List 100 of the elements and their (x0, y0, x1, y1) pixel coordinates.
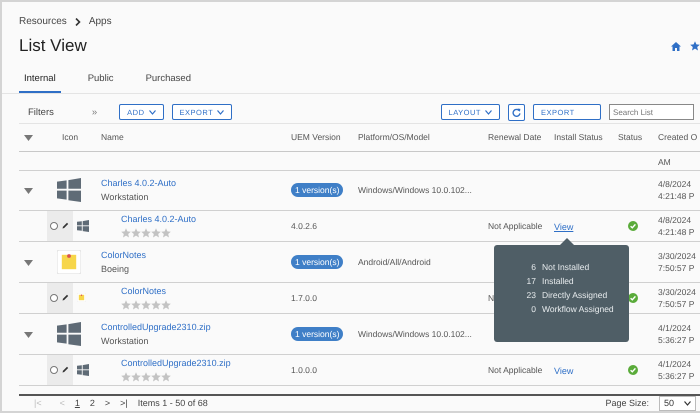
star-icon (161, 228, 171, 238)
app-subtitle: Workstation (101, 336, 150, 346)
star-icon (131, 300, 141, 310)
column-header: UEM Version (291, 132, 342, 142)
table-cell-text: 4/1/2024 5:36:27 P (658, 322, 696, 346)
popover-count: 0 (530, 304, 536, 314)
column-header: Created O (658, 132, 698, 142)
tab[interactable]: Purchased (140, 68, 196, 93)
star-icon (151, 372, 161, 382)
caret-icon (485, 110, 492, 115)
popover-count: 23 (526, 290, 536, 300)
windows-icon (57, 322, 81, 346)
star-icon (131, 372, 141, 382)
pencil-icon[interactable] (62, 222, 69, 230)
caret-icon (148, 110, 156, 115)
star-icon (141, 372, 151, 382)
refresh-icon (512, 108, 521, 117)
popover-count: 6 (530, 262, 536, 272)
page-button[interactable]: 1 (74, 398, 80, 408)
radio-button[interactable] (50, 366, 58, 374)
expand-arrow-icon[interactable] (24, 260, 33, 266)
version-name-link[interactable]: ColorNotes (121, 286, 291, 296)
caret-icon (217, 110, 224, 115)
table-cell: Not Applicable (488, 220, 542, 231)
pencil-icon[interactable] (62, 366, 69, 374)
table-cell-text: 4/8/2024 4:21:48 P (658, 178, 696, 202)
tab[interactable]: Internal (19, 68, 61, 93)
star-icon (121, 300, 131, 310)
table-cell: AM (658, 156, 671, 167)
page-size-select[interactable]: 50 (658, 396, 696, 411)
table-cell: Not Applicable (488, 364, 542, 375)
expand-filters-button[interactable]: » (92, 106, 98, 118)
dropdown-caret-icon (684, 400, 691, 406)
table-cell: 1.0.0.0 (291, 364, 317, 375)
column-header: Renewal Date (488, 132, 542, 142)
page-size-label: Page Size: (605, 398, 649, 408)
note-icon (57, 250, 81, 274)
filters-label: Filters (28, 106, 54, 118)
table-cell: Windows/Windows 10.0.102... (358, 328, 472, 339)
expand-arrow-icon[interactable] (24, 188, 33, 194)
breadcrumb-link[interactable]: Resources (19, 16, 67, 28)
app-subtitle: Workstation (101, 192, 150, 202)
tab[interactable]: Public (82, 68, 119, 93)
table-cell: Windows/Windows 10.0.102... (358, 185, 472, 196)
windows-icon (57, 178, 81, 202)
version-count-badge[interactable]: 1 version(s) (291, 183, 344, 198)
app-name-link[interactable]: ColorNotes (101, 250, 291, 260)
table-cell-text: 3/30/2024 7:50:57 P (658, 250, 697, 274)
next-page-button[interactable]: > (104, 398, 110, 408)
column-header: Status (618, 132, 644, 142)
windows-icon (77, 220, 89, 232)
version-name-link[interactable]: Charles 4.0.2-Auto (121, 214, 291, 224)
app-name-link[interactable]: Charles 4.0.2-Auto (101, 178, 291, 188)
radio-button[interactable] (50, 222, 58, 230)
radio-button[interactable] (50, 294, 58, 302)
version-count-badge[interactable]: 1 version(s) (291, 326, 344, 341)
popover-count: 17 (526, 276, 536, 286)
column-header: Install Status (554, 132, 604, 142)
last-page-button[interactable]: >| (120, 398, 128, 408)
windows-icon (77, 364, 89, 376)
table-cell: 1.7.0.0 (291, 292, 317, 303)
star-icon (161, 372, 171, 382)
page-button[interactable]: 2 (90, 398, 95, 408)
popover-label: Installed (542, 276, 575, 286)
popover-label: Workflow Assigned (542, 304, 615, 314)
star-icon (131, 228, 141, 238)
items-summary: Items 1 - 50 of 68 (138, 398, 208, 408)
home-icon[interactable] (671, 42, 681, 51)
star-icon (121, 372, 131, 382)
table-cell-text: 3/30/2024 7:50:57 P (658, 286, 697, 310)
refresh-button[interactable] (508, 104, 525, 121)
view-link[interactable]: View (554, 222, 574, 232)
popover-label: Directly Assigned (542, 290, 608, 300)
column-header: Icon (61, 132, 80, 142)
page-title: List View (19, 36, 88, 56)
star-icon (141, 300, 151, 310)
table-cell: N (488, 292, 494, 303)
chevron-right-icon (74, 18, 81, 26)
expand-arrow-icon[interactable] (24, 332, 33, 338)
app-name-link[interactable]: ControlledUpgrade2310.zip (101, 322, 291, 332)
pencil-icon[interactable] (62, 294, 69, 302)
breadcrumb-link[interactable]: Apps (88, 16, 112, 28)
column-header: Name (101, 132, 125, 142)
version-name-link[interactable]: ControlledUpgrade2310.zip (121, 358, 291, 368)
table-cell: Android/All/Android (358, 256, 431, 267)
star-icon[interactable] (690, 41, 700, 52)
view-link[interactable]: View (554, 366, 574, 376)
version-count-badge[interactable]: 1 version(s) (291, 254, 344, 269)
note-icon (77, 293, 86, 302)
star-icon (141, 228, 151, 238)
app-subtitle: Boeing (101, 264, 130, 274)
expand-arrow-icon[interactable] (24, 135, 33, 142)
star-icon (161, 300, 171, 310)
search-field[interactable]: Search List (609, 104, 694, 120)
star-icon (121, 228, 131, 238)
popover-label: Not Installed (542, 262, 590, 272)
table-cell-text: 4/8/2024 4:21:48 P (658, 214, 696, 238)
star-icon (151, 300, 161, 310)
table-cell: 4.0.2.6 (291, 220, 317, 231)
star-icon (151, 228, 161, 238)
